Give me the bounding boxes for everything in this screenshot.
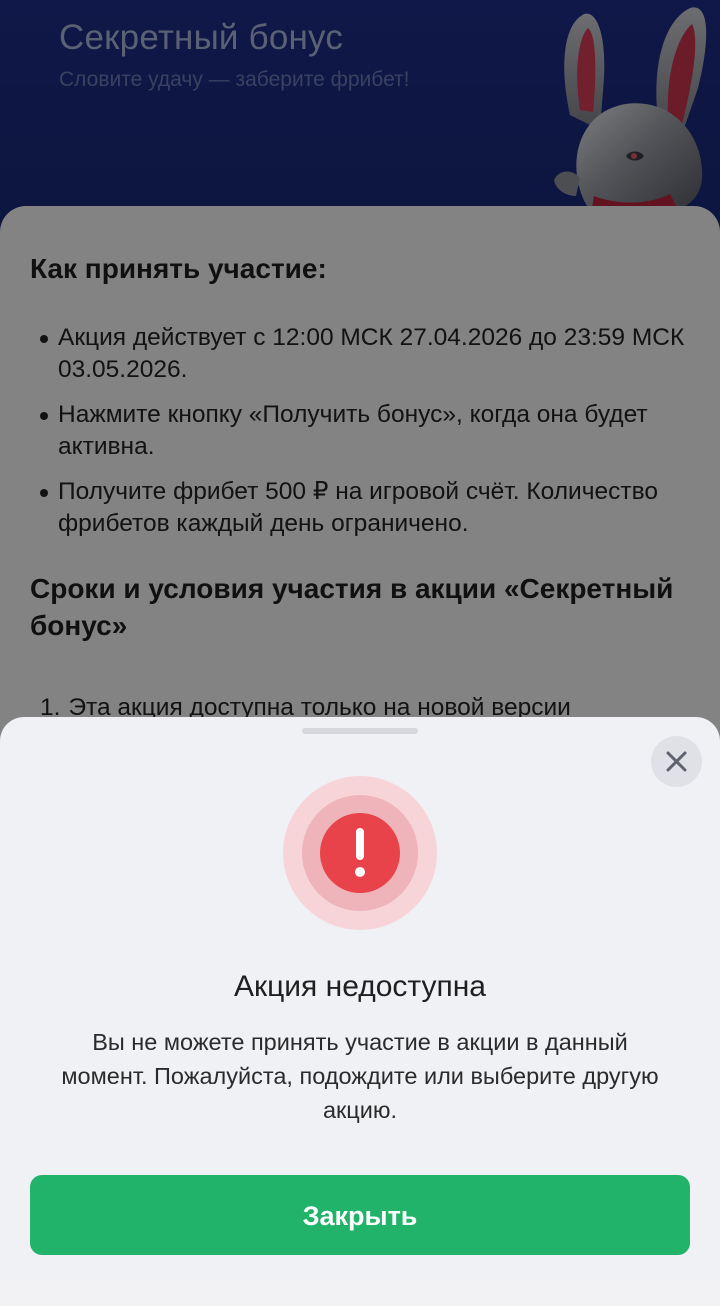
unavailable-bottom-sheet: Акция недоступна Вы не можете принять уч… [0,717,720,1280]
close-icon [666,751,687,772]
sheet-grabber[interactable] [302,728,418,734]
exclamation-alert-icon [283,776,437,930]
sheet-message: Вы не можете принять участие в акции в д… [61,1029,659,1123]
close-button[interactable] [651,736,702,787]
sheet-title: Акция недоступна [233,970,486,1003]
close-action-button[interactable]: Закрыть [30,1175,690,1255]
